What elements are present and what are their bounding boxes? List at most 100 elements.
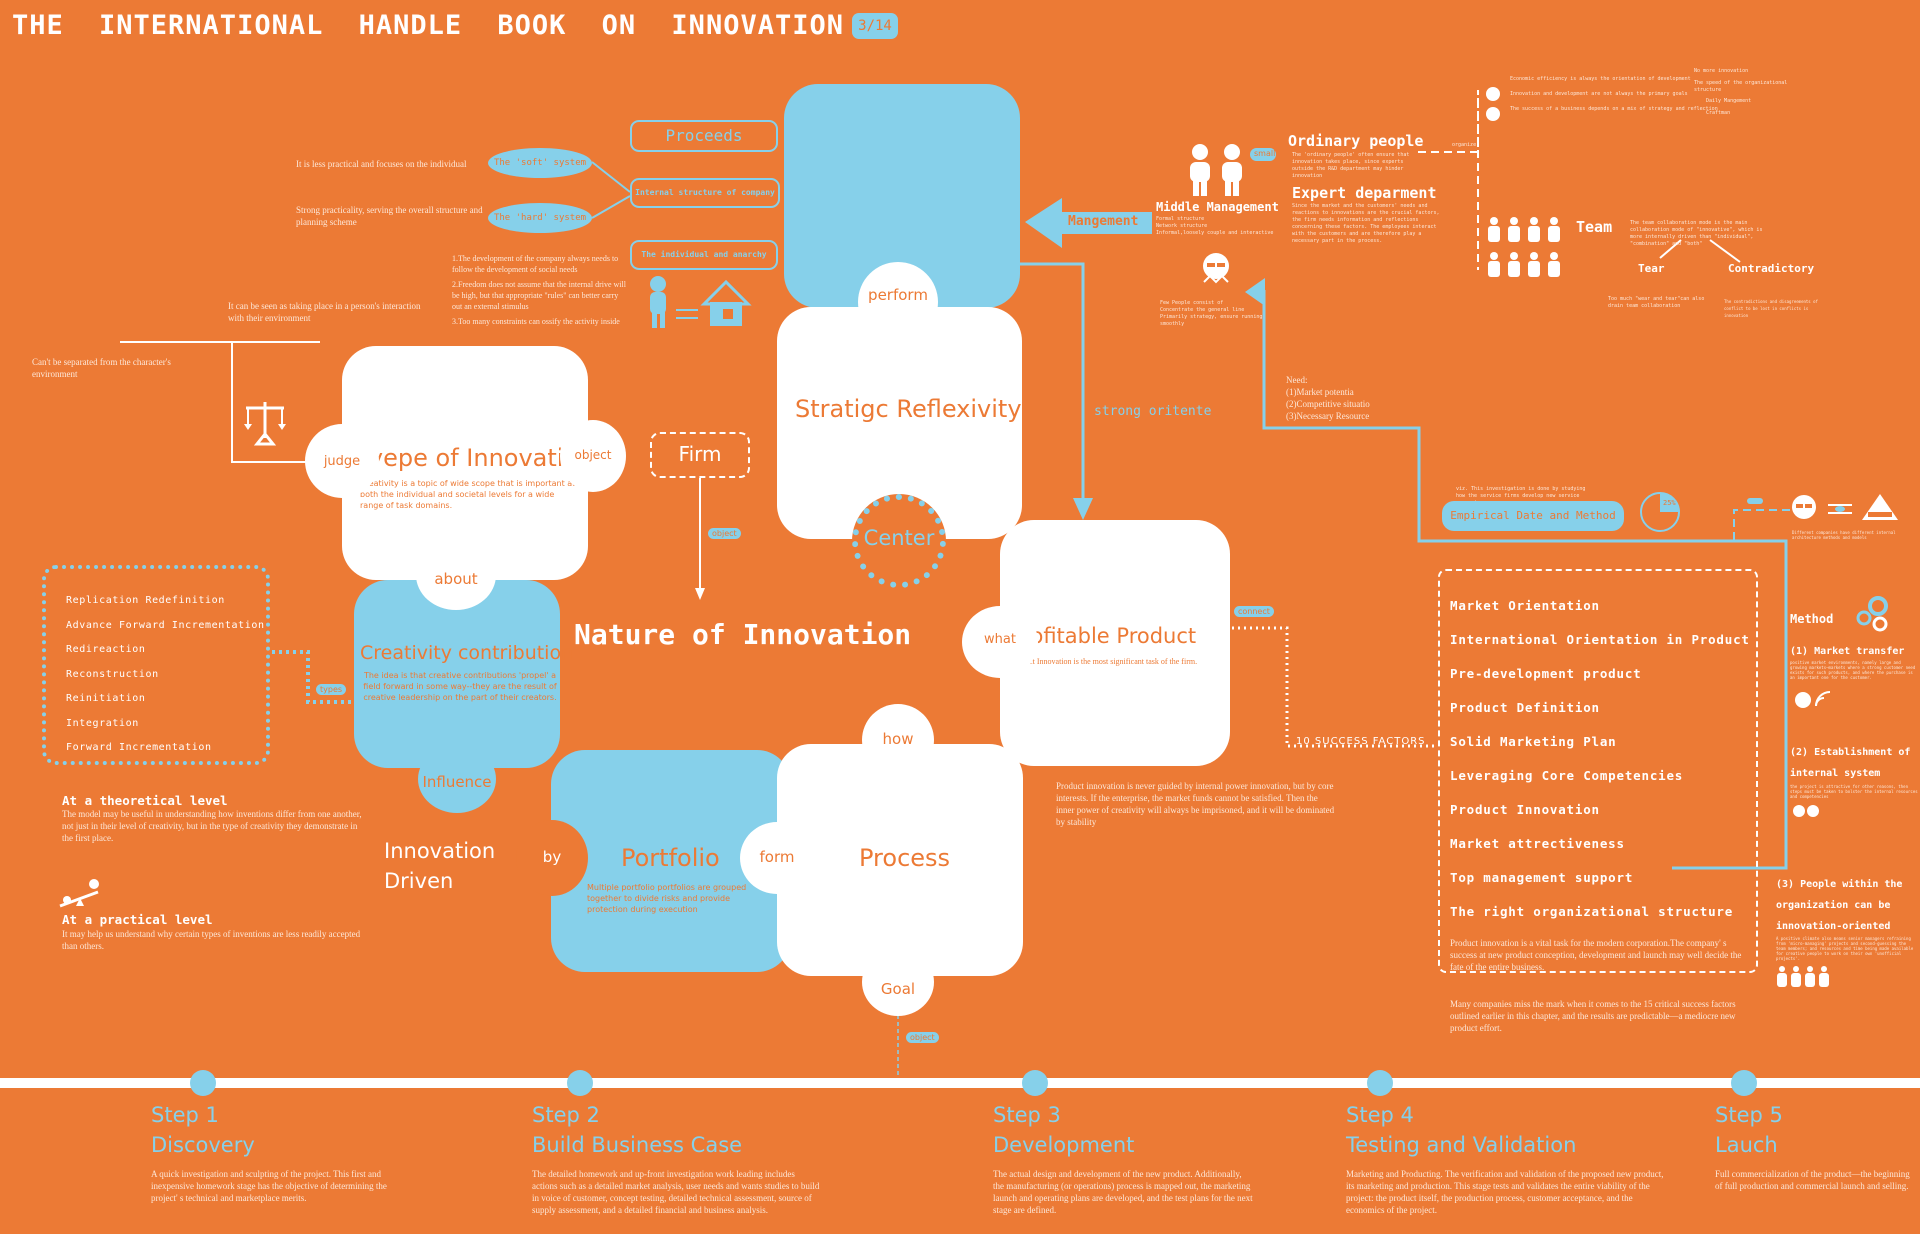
internal-structure-box[interactable]: Internal structure of company: [630, 178, 780, 208]
step-1-dot[interactable]: [190, 1070, 216, 1096]
step-5: Step 5 Lauch Full commercialization of t…: [1715, 1100, 1915, 1192]
what-label: what: [984, 632, 1016, 647]
step-2-name: Build Business Case: [532, 1133, 743, 1157]
what-knob: what: [962, 606, 1038, 678]
types-tag: types: [316, 684, 347, 695]
contradictory-label: Contradictory: [1728, 262, 1815, 275]
perform-knob: perform: [858, 262, 938, 342]
percent-pie-chart: [1640, 492, 1680, 532]
practical-level-desc: It may help us understand why certain ty…: [62, 929, 361, 951]
about-knob: about: [416, 540, 496, 610]
success-factor-item: Market Orientation: [1450, 598, 1600, 613]
type-of-innovation-desc: Creativity is a topic of wide scope that…: [360, 479, 576, 510]
method-1-desc: positive market environments, namely lar…: [1790, 660, 1916, 680]
empirical-method-button[interactable]: Empirical Date and Method: [1442, 501, 1624, 531]
step-5-dot[interactable]: [1731, 1070, 1757, 1096]
step-1-desc: A quick investigation and sculpting of t…: [151, 1169, 387, 1203]
success-factor-item: Top management support: [1450, 870, 1634, 885]
few-people-note: Few People consist of Concentrate the ge…: [1160, 300, 1263, 327]
form-label: form: [759, 848, 795, 866]
process-title: Process: [859, 844, 951, 872]
step-3-desc: The actual design and development of the…: [993, 1169, 1253, 1215]
hard-system-desc: Strong practicality, serving the overall…: [296, 205, 483, 227]
branch-2-item: Craftman: [1706, 110, 1731, 116]
proceeds-note: 2.Freedom does not assume that the inter…: [452, 280, 626, 311]
ordinary-people-desc: The 'ordinary people' often ensure that …: [1292, 152, 1410, 179]
by-label: by: [542, 848, 562, 866]
miss-the-mark-note: Many companies miss the mark when it com…: [1450, 999, 1736, 1033]
branch-1-item: The speed of the organizational structur…: [1694, 80, 1788, 93]
success-factors-note: Product innovation is a vital task for t…: [1450, 938, 1742, 972]
object-knob: object: [560, 420, 626, 492]
step-2-number: Step 2: [532, 1103, 600, 1127]
how-knob: how: [862, 704, 934, 776]
proceeds-box[interactable]: Proceeds: [630, 120, 778, 152]
success-factor-item: Product Innovation: [1450, 802, 1600, 817]
contradictory-desc: The contradictions and disagreements of …: [1724, 299, 1818, 318]
branch-2: Daily Mangement Craftman: [1706, 98, 1786, 117]
method-3-title: (3) People within the organization can b…: [1776, 879, 1903, 932]
individual-anarchy-box[interactable]: The individual and anarchy: [630, 240, 778, 270]
step-4-dot[interactable]: [1367, 1070, 1393, 1096]
innovation-type-item: Advance Forward Incrementation: [66, 619, 265, 631]
empirical-dashed-line: [1733, 509, 1790, 540]
judge-knob: judge: [305, 424, 379, 498]
step-5-number: Step 5: [1715, 1103, 1783, 1127]
firm-arrow-head: [695, 588, 705, 600]
success-factor-item: Leveraging Core Competencies: [1450, 768, 1684, 783]
strong-oriente-arrowhead: [1073, 498, 1093, 520]
goal-knob: Goal: [862, 948, 934, 1016]
success-factor-item: Product Definition: [1450, 700, 1600, 715]
soft-connector: [591, 161, 631, 193]
middle-management-tag: small: [1250, 148, 1276, 161]
step-4-name: Testing and Validation: [1346, 1133, 1577, 1157]
step-3: Step 3 Development The actual design and…: [993, 1100, 1253, 1216]
portfolio-title: Portfolio: [621, 844, 720, 872]
proceeds-note: 1.The development of the company always …: [452, 254, 619, 274]
form-knob: form: [740, 822, 814, 894]
creativity-contribution-desc: The idea is that creative contributions …: [363, 671, 557, 702]
connect-dotted-line: [1232, 626, 1438, 748]
firm-box[interactable]: Firm: [650, 432, 750, 478]
perform-label: perform: [868, 286, 928, 304]
theoretical-level-desc: The model may be useful in understanding…: [62, 809, 362, 843]
by-knob: by: [516, 820, 588, 896]
timeline-bar: [0, 1078, 1920, 1088]
structure-label: Structure: [1871, 512, 1888, 516]
step-2-dot[interactable]: [567, 1070, 593, 1096]
practical-level-title: At a practical level: [62, 912, 213, 927]
proceeds-notes: 1.The development of the company always …: [452, 253, 628, 327]
method-2-desc: the project is attractive for other reas…: [1790, 784, 1918, 799]
step-5-desc: Full commercialization of the product—th…: [1715, 1169, 1910, 1191]
step-3-dot[interactable]: [1022, 1070, 1048, 1096]
expert-department-title: Expert deparment: [1292, 184, 1437, 202]
about-label: about: [434, 570, 478, 588]
step-1-number: Step 1: [151, 1103, 219, 1127]
success-factor-item: Solid Marketing Plan: [1450, 734, 1617, 749]
interaction-note: It can be seen as taking place in a pers…: [228, 301, 421, 323]
gears-icon: [1856, 596, 1888, 632]
theoretical-level-title: At a theoretical level: [62, 793, 228, 808]
center-circle[interactable]: Center: [852, 494, 946, 588]
method-1-title: (1) Market transfer: [1790, 646, 1905, 657]
innovation-type-item: Reinitiation: [66, 693, 146, 704]
innovation-type-item: Forward Incrementation: [66, 742, 212, 753]
hard-connector: [591, 195, 631, 219]
success-factor-item: Pre-development product: [1450, 666, 1642, 681]
innovation-types-list: Replication Redefinition Advance Forward…: [42, 565, 270, 765]
people-row-icon: [1777, 966, 1829, 987]
seesaw-icon: [59, 879, 99, 908]
need-item: (2)Competitive situatio: [1286, 399, 1370, 409]
goal-object-tag: object: [906, 1032, 939, 1043]
soft-system-ellipse[interactable]: The 'soft' system: [488, 148, 592, 178]
innovation-type-item: Reconstruction: [66, 668, 159, 680]
how-label: how: [882, 730, 914, 748]
leader-icon: [1203, 253, 1229, 284]
hard-system-ellipse[interactable]: The 'hard' system: [488, 203, 592, 233]
need-title: Need:: [1286, 375, 1308, 385]
branch-2-item: Daily Mangement: [1706, 98, 1752, 104]
innovation-driven-label: Innovation Driven: [384, 839, 496, 893]
percent-label: 25%: [1663, 499, 1676, 507]
money-signal-icon: [1795, 691, 1831, 708]
portfolio-desc: Multiple portfolio portfolios are groupe…: [587, 883, 747, 914]
